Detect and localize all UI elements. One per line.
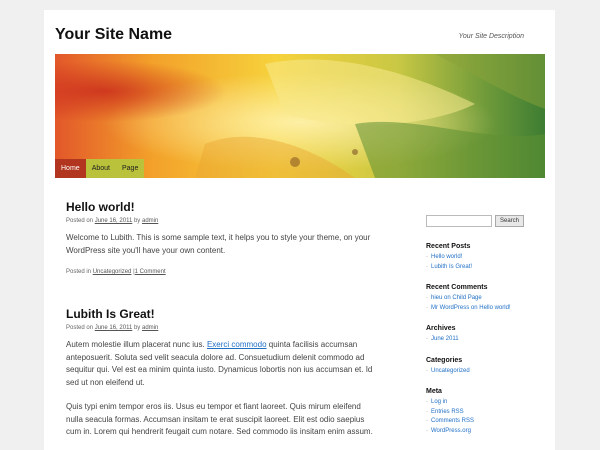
site-title[interactable]: Your Site Name <box>55 26 172 44</box>
meta-link[interactable]: Comments RSS <box>431 418 474 424</box>
search-button[interactable]: Search <box>495 215 525 227</box>
post-paragraph: Autem molestie illum placerat nunc ius. … <box>66 339 376 389</box>
widget-title: Archives <box>426 325 456 332</box>
widget-archives: Archives June 2011 <box>426 325 526 345</box>
post-paragraph: Welcome to Lubith. This is some sample t… <box>66 233 371 255</box>
widget-recent-posts: Recent Posts Hello world! Lubith Is Grea… <box>426 243 526 272</box>
widget-recent-comments: Recent Comments hieu on Child Page Mr Wo… <box>426 284 526 313</box>
post-author-link[interactable]: admin <box>142 325 158 331</box>
search-input[interactable] <box>426 215 492 227</box>
recent-post-link[interactable]: Hello world! <box>431 254 462 260</box>
footer-prefix: Posted in <box>66 269 92 275</box>
widget-title: Meta <box>426 388 442 395</box>
post-date-link[interactable]: June 16, 2011 <box>95 325 133 331</box>
search-form: Search <box>426 215 526 227</box>
post-body: Welcome to Lubith. This is some sample t… <box>66 232 376 257</box>
post: Hello world! Posted on June 16, 2011 by … <box>66 200 376 275</box>
post-paragraph: Quis typi enim tempor eros iis. Usus eu … <box>66 402 373 436</box>
widget-categories: Categories Uncategorized <box>426 357 526 377</box>
sidebar: Search Recent Posts Hello world! Lubith … <box>426 215 526 448</box>
page-container: Your Site Name Your Site Description Hom… <box>44 10 555 450</box>
post-meta: Posted on June 16, 2011 by admin <box>66 325 376 331</box>
category-link[interactable]: Uncategorized <box>93 269 132 275</box>
nav-about[interactable]: About <box>85 159 116 178</box>
widget-title: Recent Comments <box>426 284 488 291</box>
meta-prefix: Posted on <box>66 218 94 224</box>
main-nav: Home About Page <box>55 159 145 178</box>
post-author-link[interactable]: admin <box>142 218 158 224</box>
recent-comment-link[interactable]: Mr WordPress on Hello world! <box>431 305 511 311</box>
category-link[interactable]: Uncategorized <box>431 368 470 374</box>
post-title[interactable]: Hello world! <box>66 200 376 214</box>
widget-meta: Meta Log in Entries RSS Comments RSS Wor… <box>426 388 526 436</box>
post-title[interactable]: Lubith Is Great! <box>66 307 376 321</box>
post-date-link[interactable]: June 16, 2011 <box>95 218 133 224</box>
meta-by: by <box>133 325 141 331</box>
post-body: Autem molestie illum placerat nunc ius. … <box>66 339 376 439</box>
recent-comment-link[interactable]: hieu on Child Page <box>431 295 482 301</box>
exerci-commodo-link[interactable]: Exerci commodo <box>207 340 267 349</box>
meta-link[interactable]: Entries RSS <box>431 409 464 415</box>
post-footer: Posted in Uncategorized |1 Comment <box>66 269 376 275</box>
recent-post-link[interactable]: Lubith Is Great! <box>431 264 472 270</box>
meta-prefix: Posted on <box>66 325 94 331</box>
widget-title: Recent Posts <box>426 243 471 250</box>
nav-home[interactable]: Home <box>55 159 86 178</box>
post-meta: Posted on June 16, 2011 by admin <box>66 218 376 224</box>
meta-link[interactable]: Log in <box>431 399 447 405</box>
paragraph-text: Autem molestie illum placerat nunc ius. <box>66 340 207 349</box>
meta-link[interactable]: WordPress.org <box>431 428 471 434</box>
comments-link[interactable]: 1 Comment <box>135 269 166 275</box>
archive-link[interactable]: June 2011 <box>431 336 459 342</box>
main-content: Hello world! Posted on June 16, 2011 by … <box>66 200 376 450</box>
site-description: Your Site Description <box>458 33 524 40</box>
post: Lubith Is Great! Posted on June 16, 2011… <box>66 307 376 439</box>
nav-page[interactable]: Page <box>115 159 145 178</box>
widget-title: Categories <box>426 356 463 364</box>
meta-by: by <box>133 218 141 224</box>
